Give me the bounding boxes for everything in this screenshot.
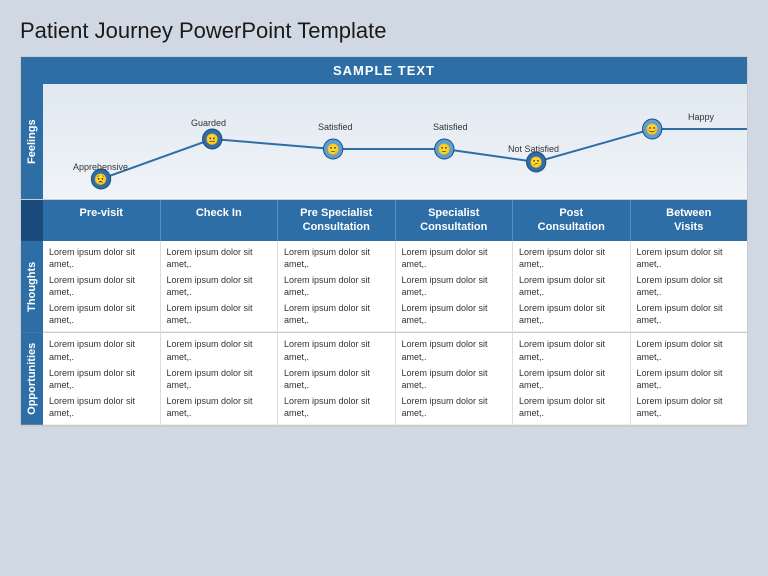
list-item: Lorem ipsum dolor sit amet,. <box>519 395 624 419</box>
thoughts-col3: Lorem ipsum dolor sit amet,. Lorem ipsum… <box>278 241 396 333</box>
opportunities-col6: Lorem ipsum dolor sit amet,. Lorem ipsum… <box>631 333 748 425</box>
list-item: Lorem ipsum dolor sit amet,. <box>167 274 272 298</box>
feelings-svg: 😟 😐 🙂 🙂 😕 😊 <box>43 84 747 199</box>
feelings-chart: 😟 😐 🙂 🙂 😕 😊 Apprehensive Guarded <box>43 84 747 199</box>
list-item: Lorem ipsum dolor sit amet,. <box>49 246 154 270</box>
list-item: Lorem ipsum dolor sit amet,. <box>284 302 389 326</box>
annotation-not-satisfied: Not Satisfied <box>508 144 559 154</box>
opportunities-label: Opportunities <box>21 333 43 425</box>
list-item: Lorem ipsum dolor sit amet,. <box>519 246 624 270</box>
thoughts-label: Thoughts <box>21 241 43 333</box>
opportunities-col3: Lorem ipsum dolor sit amet,. Lorem ipsum… <box>278 333 396 425</box>
list-item: Lorem ipsum dolor sit amet,. <box>284 338 389 362</box>
annotation-happy: Happy <box>688 112 714 122</box>
thoughts-section: Thoughts Lorem ipsum dolor sit amet,. Lo… <box>21 241 747 334</box>
list-item: Lorem ipsum dolor sit amet,. <box>49 338 154 362</box>
list-item: Lorem ipsum dolor sit amet,. <box>637 395 742 419</box>
annotation-satisfied2: Satisfied <box>433 122 468 132</box>
thoughts-col6: Lorem ipsum dolor sit amet,. Lorem ipsum… <box>631 241 748 333</box>
list-item: Lorem ipsum dolor sit amet,. <box>402 274 507 298</box>
list-item: Lorem ipsum dolor sit amet,. <box>402 338 507 362</box>
list-item: Lorem ipsum dolor sit amet,. <box>284 246 389 270</box>
list-item: Lorem ipsum dolor sit amet,. <box>402 302 507 326</box>
list-item: Lorem ipsum dolor sit amet,. <box>519 338 624 362</box>
opportunities-section: Opportunities Lorem ipsum dolor sit amet… <box>21 333 747 426</box>
feelings-section: Feelings 😟 😐 <box>21 84 747 200</box>
list-item: Lorem ipsum dolor sit amet,. <box>402 367 507 391</box>
header-checkin: Check In <box>161 200 279 241</box>
sample-text-bar: SAMPLE TEXT <box>21 57 747 84</box>
thoughts-col4: Lorem ipsum dolor sit amet,. Lorem ipsum… <box>396 241 514 333</box>
list-item: Lorem ipsum dolor sit amet,. <box>402 395 507 419</box>
main-container: SAMPLE TEXT Feelings 😟 <box>20 56 748 427</box>
list-item: Lorem ipsum dolor sit amet,. <box>637 302 742 326</box>
svg-text:🙂: 🙂 <box>438 143 451 156</box>
annotation-guarded: Guarded <box>191 118 226 128</box>
list-item: Lorem ipsum dolor sit amet,. <box>637 246 742 270</box>
thoughts-col2: Lorem ipsum dolor sit amet,. Lorem ipsum… <box>161 241 279 333</box>
svg-text:😟: 😟 <box>94 173 107 186</box>
list-item: Lorem ipsum dolor sit amet,. <box>49 274 154 298</box>
list-item: Lorem ipsum dolor sit amet,. <box>284 367 389 391</box>
feelings-label: Feelings <box>21 84 43 199</box>
list-item: Lorem ipsum dolor sit amet,. <box>402 246 507 270</box>
list-item: Lorem ipsum dolor sit amet,. <box>167 302 272 326</box>
svg-text:🙂: 🙂 <box>326 143 339 156</box>
page-title: Patient Journey PowerPoint Template <box>20 18 748 44</box>
header-specialist: SpecialistConsultation <box>396 200 514 241</box>
list-item: Lorem ipsum dolor sit amet,. <box>167 367 272 391</box>
header-prespecialist: Pre SpecialistConsultation <box>278 200 396 241</box>
list-item: Lorem ipsum dolor sit amet,. <box>519 302 624 326</box>
svg-text:😊: 😊 <box>646 123 659 136</box>
list-item: Lorem ipsum dolor sit amet,. <box>49 395 154 419</box>
list-item: Lorem ipsum dolor sit amet,. <box>284 395 389 419</box>
list-item: Lorem ipsum dolor sit amet,. <box>167 338 272 362</box>
header-betweenvisits: BetweenVisits <box>631 200 748 241</box>
header-previsit: Pre-visit <box>43 200 161 241</box>
headers-row: Pre-visit Check In Pre SpecialistConsult… <box>21 200 747 241</box>
list-item: Lorem ipsum dolor sit amet,. <box>519 274 624 298</box>
annotation-satisfied1: Satisfied <box>318 122 353 132</box>
list-item: Lorem ipsum dolor sit amet,. <box>167 246 272 270</box>
thoughts-col1: Lorem ipsum dolor sit amet,. Lorem ipsum… <box>43 241 161 333</box>
column-headers: Pre-visit Check In Pre SpecialistConsult… <box>43 200 747 241</box>
annotation-apprehensive: Apprehensive <box>73 162 128 172</box>
list-item: Lorem ipsum dolor sit amet,. <box>49 367 154 391</box>
list-item: Lorem ipsum dolor sit amet,. <box>637 367 742 391</box>
svg-text:😐: 😐 <box>206 133 219 146</box>
list-item: Lorem ipsum dolor sit amet,. <box>519 367 624 391</box>
thoughts-cells: Lorem ipsum dolor sit amet,. Lorem ipsum… <box>43 241 747 333</box>
list-item: Lorem ipsum dolor sit amet,. <box>637 338 742 362</box>
list-item: Lorem ipsum dolor sit amet,. <box>284 274 389 298</box>
header-postconsult: PostConsultation <box>513 200 631 241</box>
opportunities-col2: Lorem ipsum dolor sit amet,. Lorem ipsum… <box>161 333 279 425</box>
opportunities-col4: Lorem ipsum dolor sit amet,. Lorem ipsum… <box>396 333 514 425</box>
list-item: Lorem ipsum dolor sit amet,. <box>637 274 742 298</box>
opportunities-col1: Lorem ipsum dolor sit amet,. Lorem ipsum… <box>43 333 161 425</box>
list-item: Lorem ipsum dolor sit amet,. <box>49 302 154 326</box>
svg-text:😕: 😕 <box>530 156 543 169</box>
thoughts-col5: Lorem ipsum dolor sit amet,. Lorem ipsum… <box>513 241 631 333</box>
opportunities-cells: Lorem ipsum dolor sit amet,. Lorem ipsum… <box>43 333 747 425</box>
list-item: Lorem ipsum dolor sit amet,. <box>167 395 272 419</box>
opportunities-col5: Lorem ipsum dolor sit amet,. Lorem ipsum… <box>513 333 631 425</box>
